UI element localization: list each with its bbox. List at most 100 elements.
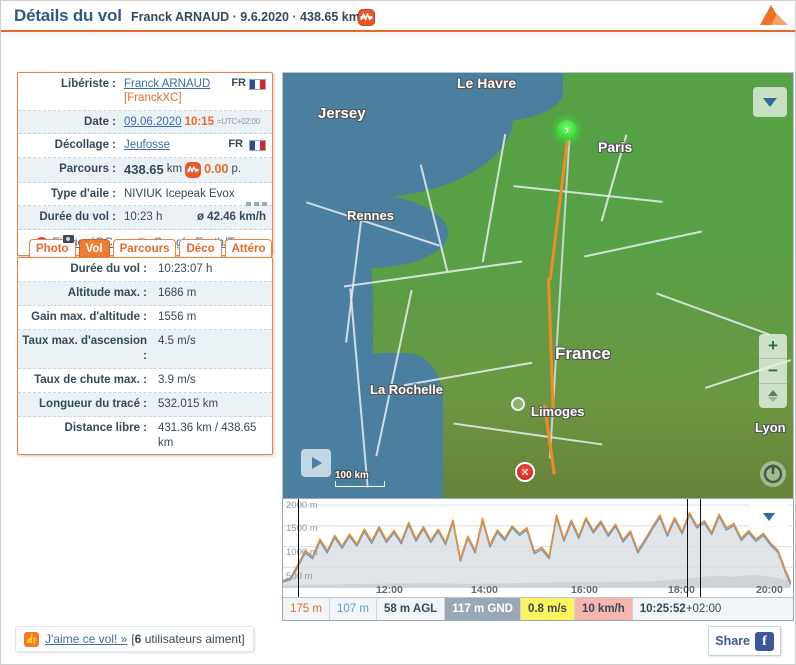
stat-label-max-gain: Gain max. d'altitude : — [18, 306, 152, 329]
compass-icon[interactable] — [760, 461, 786, 487]
chart-ytick-1500: 1500 m — [286, 523, 318, 534]
altitude-chart-svg — [283, 499, 793, 598]
stat-value-duration: 10:23:07 h — [152, 258, 272, 281]
stat-value-free-distance: 431.36 km / 438.65 km — [152, 417, 272, 455]
utc-offset: =UTC+02:00 — [217, 117, 260, 127]
chevron-down-icon — [763, 513, 775, 521]
tab-attero[interactable]: Attéro — [225, 239, 273, 258]
info-value-route: 438.65 km 0.00 p. — [122, 158, 272, 182]
route-distance: 438.65 — [124, 162, 164, 178]
flight-start-marker[interactable]: › — [557, 120, 577, 140]
share-button[interactable]: Share f — [708, 626, 781, 656]
page-footer: 👍 J'aime ce vol! » [6 utilisateurs aimen… — [15, 626, 781, 652]
status-alt-gps: 107 m — [330, 598, 377, 620]
zoom-out-button[interactable]: − — [759, 359, 787, 384]
flight-info-table: Libériste : Franck ARNAUD FR [FranckXC] … — [17, 72, 273, 256]
info-label-pilot: Libériste : — [18, 73, 122, 110]
page-header: Détails du vol Franck ARNAUD · 9.6.2020 … — [1, 1, 795, 30]
chart-xtick-12: 12:00 — [376, 584, 403, 596]
altitude-chart[interactable]: 2000 m 1500 m 1000 m 500 m 12:00 14:00 1… — [283, 499, 793, 598]
table-row: Durée du vol : 10:23:07 h — [18, 258, 272, 282]
map-scale-label: 100 km — [335, 470, 369, 481]
chart-selection-line-end[interactable] — [700, 499, 701, 598]
avg-speed: ø 42.46 km/h — [197, 210, 266, 224]
chart-cursor-line[interactable] — [298, 499, 299, 598]
table-row: Altitude max. : 1686 m — [18, 282, 272, 306]
map-scale-rule — [335, 481, 385, 487]
status-filler — [728, 598, 793, 620]
status-time-value: 10:25:52 — [640, 603, 686, 615]
takeoff-time: 10:15 — [185, 115, 214, 129]
route-points-unit: p. — [231, 162, 241, 176]
stat-value-max-gain: 1556 m — [152, 306, 272, 329]
date-link[interactable]: 09.06.2020 — [124, 115, 182, 129]
facebook-icon[interactable]: f — [755, 632, 774, 651]
info-label-duration: Durée du vol : — [18, 206, 122, 228]
tab-deco[interactable]: Déco — [179, 239, 221, 258]
info-row-glider: Type d'aile : NIVIUK Icepeak Evox — [18, 183, 272, 206]
stat-label-track-length: Longueur du tracé : — [18, 393, 152, 416]
stat-label-duration: Durée du vol : — [18, 258, 152, 281]
info-value-takeoff: Jeufosse FR — [122, 134, 272, 156]
camera-icon — [63, 235, 74, 243]
flag-fr-icon — [249, 79, 266, 90]
info-value-pilot: Franck ARNAUD FR [FranckXC] — [122, 73, 272, 110]
chart-xtick-20: 20:00 — [756, 584, 783, 596]
flight-duration: 10:23 h — [124, 210, 162, 224]
flight-stats-table: Durée du vol : 10:23:07 h Altitude max. … — [17, 257, 273, 455]
map-label-lyon: Lyon — [755, 420, 786, 435]
page-subtitle: Franck ARNAUD · 9.6.2020 · 438.65 km — [131, 10, 360, 24]
chart-options-button[interactable] — [749, 503, 789, 531]
map-label-paris: Paris — [598, 139, 632, 155]
map-zoom-controls: + − — [759, 334, 787, 408]
info-label-route: Parcours : — [18, 158, 122, 182]
stat-label-max-sink: Taux de chute max. : — [18, 369, 152, 392]
status-vario: 0.8 m/s — [521, 598, 575, 620]
map-label-france: France — [555, 344, 611, 364]
status-time-tz: +02:00 — [686, 603, 722, 615]
map-tilt-button[interactable] — [759, 384, 787, 408]
tab-vol-label: Vol — [86, 243, 103, 255]
altitude-chart-panel[interactable]: 2000 m 1500 m 1000 m 500 m 12:00 14:00 1… — [282, 498, 794, 621]
pilot-country-code: FR — [231, 77, 246, 91]
tab-deco-label: Déco — [186, 243, 214, 255]
thumbs-up-icon: 👍 — [24, 632, 39, 647]
flight-map[interactable]: › ✕ Jersey Le Havre Rennes Paris France … — [282, 72, 794, 502]
map-label-le-havre: Le Havre — [457, 75, 516, 91]
play-animation-button[interactable] — [301, 449, 331, 477]
share-label: Share — [715, 634, 750, 648]
table-row: Distance libre : 431.36 km / 438.65 km — [18, 417, 272, 455]
chart-xtick-14: 14:00 — [471, 584, 498, 596]
tab-parcours-label: Parcours — [120, 243, 170, 255]
pilot-name-link[interactable]: Franck ARNAUD — [124, 77, 210, 91]
tab-parcours[interactable]: Parcours — [113, 239, 177, 258]
table-row: Gain max. d'altitude : 1556 m — [18, 306, 272, 330]
chart-ytick-500: 500 m — [286, 571, 312, 582]
xcontest-icon — [358, 9, 375, 26]
stat-label-max-altitude: Altitude max. : — [18, 282, 152, 305]
like-bar: 👍 J'aime ce vol! » [6 utilisateurs aimen… — [15, 626, 254, 652]
waypoint-marker[interactable] — [511, 397, 525, 411]
flight-end-marker[interactable]: ✕ — [515, 462, 535, 482]
map-layers-button[interactable] — [753, 87, 787, 117]
tab-vol[interactable]: Vol — [79, 239, 110, 258]
like-link[interactable]: J'aime ce vol! » — [45, 632, 127, 646]
chart-selection-line-start[interactable] — [687, 499, 688, 598]
status-alt-baro: 175 m — [283, 598, 330, 620]
info-label-takeoff: Décollage : — [18, 134, 122, 156]
tab-photo-label: Photo — [36, 243, 69, 255]
tab-attero-label: Attéro — [232, 243, 266, 255]
takeoff-site-link[interactable]: Jeufosse — [124, 138, 170, 152]
glider-rating-bars-icon — [246, 202, 268, 206]
tab-photo[interactable]: Photo — [29, 239, 76, 258]
info-label-date: Date : — [18, 111, 122, 133]
site-logo-icon[interactable] — [751, 3, 789, 27]
zoom-in-button[interactable]: + — [759, 334, 787, 359]
info-row-date: Date : 09.06.2020 10:15 =UTC+02:00 — [18, 111, 272, 134]
pilot-username-link[interactable]: [FranckXC] — [124, 92, 182, 104]
chart-status-bar: 175 m 107 m 58 m AGL 117 m GND 0.8 m/s 1… — [283, 597, 793, 620]
stat-value-max-climb: 4.5 m/s — [152, 330, 272, 368]
table-row: Taux de chute max. : 3.9 m/s — [18, 369, 272, 393]
map-label-limoges: Limoges — [531, 404, 584, 419]
status-time: 10:25:52+02:00 — [633, 598, 729, 620]
